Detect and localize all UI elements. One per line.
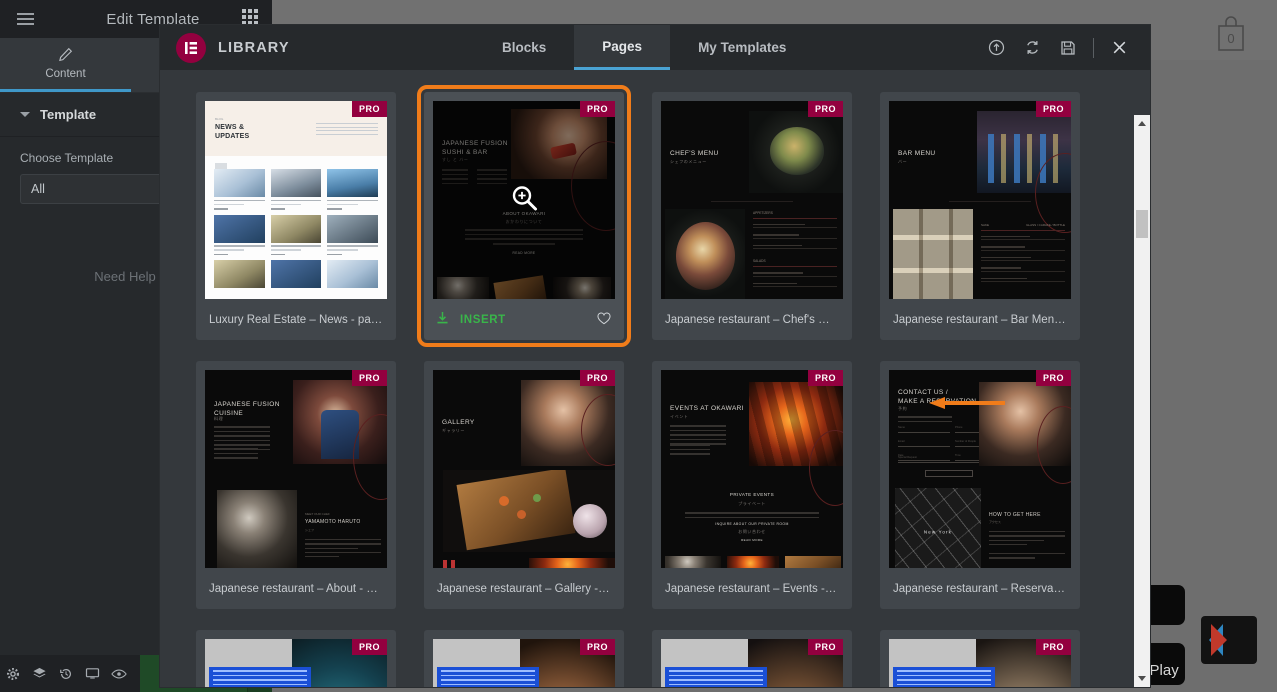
pro-badge: PRO (351, 639, 387, 655)
template-thumbnail[interactable]: BLOG NEWS & UPDATES PRO (205, 101, 387, 299)
template-title: Japanese restaurant – Reservatio… (893, 582, 1067, 595)
template-card[interactable]: PRO (196, 630, 396, 687)
responsive-icon[interactable] (79, 655, 105, 692)
pro-badge: PRO (807, 101, 843, 117)
template-card-footer: Japanese restaurant – About - page (205, 568, 387, 609)
need-help-label: Need Help (94, 268, 156, 284)
scrollbar-thumb[interactable] (1136, 210, 1148, 238)
cart-icon[interactable]: 0 (1213, 14, 1249, 54)
tab-content-label: Content (45, 68, 86, 80)
pro-badge: PRO (351, 370, 387, 386)
template-card-selected[interactable]: JAPANESE FUSION SUSHI & BAR すし と バー ABOUT… (417, 85, 1005, 409)
template-thumbnail[interactable]: JAPANESE FUSION CUISINE 料理 MEET OUR CHEF … (205, 370, 387, 568)
template-title: Japanese restaurant – Bar Menu - … (893, 313, 1067, 326)
template-card[interactable]: PRO (652, 630, 852, 687)
template-thumbnail[interactable]: PRO (205, 639, 387, 687)
library-brand-label: LIBRARY (218, 39, 290, 56)
scroll-up-arrow-icon[interactable] (1134, 115, 1150, 132)
template-thumbnail[interactable]: CHEF'S MENU シェフのメニュー APPETIZERS SALADS P… (661, 101, 843, 299)
library-modal-header: LIBRARY Blocks Pages My Templates (160, 25, 1150, 70)
pro-badge: PRO (1035, 370, 1071, 386)
template-card[interactable]: BAR MENU バー SAKEGLASS / CARAFE / BOTTLE (880, 92, 1080, 340)
pro-badge: PRO (807, 370, 843, 386)
apps-grid-icon[interactable] (242, 9, 258, 25)
preview-eye-icon[interactable] (106, 655, 132, 692)
template-title: Japanese restaurant – Events - pa… (665, 582, 839, 595)
template-card[interactable]: GALLERY ギャラリー PRO Japanese restaurant – … (424, 361, 624, 609)
template-card[interactable]: JAPANESE FUSION CUISINE 料理 MEET OUR CHEF … (196, 361, 396, 609)
sync-upload-icon[interactable] (979, 25, 1013, 70)
template-card-footer: INSERT (433, 299, 615, 340)
template-thumbnail[interactable]: PRO (661, 639, 843, 687)
heart-icon[interactable] (597, 312, 611, 328)
tab-pages[interactable]: Pages (574, 25, 671, 70)
library-brand: LIBRARY (160, 32, 474, 63)
zoom-in-icon[interactable] (510, 184, 538, 217)
template-title: Japanese restaurant – About - page (209, 582, 383, 595)
template-thumbnail[interactable]: PRO (433, 639, 615, 687)
chevron-down-icon (20, 112, 30, 117)
library-scrollbar[interactable] (1134, 115, 1150, 687)
pencil-icon (58, 47, 73, 64)
template-thumbnail[interactable]: JAPANESE FUSION SUSHI & BAR すし と バー ABOUT… (433, 101, 615, 299)
pro-badge: PRO (1035, 639, 1071, 655)
pro-badge: PRO (579, 370, 615, 386)
close-icon[interactable] (1102, 25, 1136, 70)
library-modal: LIBRARY Blocks Pages My Templates BLOG N… (160, 25, 1150, 687)
elementor-logo-icon (176, 32, 206, 63)
template-card[interactable]: PRO (880, 630, 1080, 687)
insert-row: INSERT (437, 299, 611, 340)
template-thumbnail[interactable]: BAR MENU バー SAKEGLASS / CARAFE / BOTTLE (889, 101, 1071, 299)
save-icon[interactable] (1051, 25, 1085, 70)
pro-badge: PRO (807, 639, 843, 655)
pro-badge: PRO (579, 639, 615, 655)
cart-count: 0 (1227, 31, 1235, 46)
template-card-footer: Japanese restaurant – Events - pa… (661, 568, 843, 609)
refresh-icon[interactable] (1015, 25, 1049, 70)
template-card[interactable]: PRO (424, 630, 624, 687)
template-thumbnail[interactable]: EVENTS AT OKAWARI イベント PRIVATE EVENTS プラ… (661, 370, 843, 568)
pro-badge: PRO (579, 101, 615, 117)
actions-divider (1093, 37, 1094, 58)
layers-icon[interactable] (26, 655, 52, 692)
pro-badge: PRO (351, 101, 387, 117)
template-card[interactable]: CHEF'S MENU シェフのメニュー APPETIZERS SALADS P… (652, 92, 852, 340)
download-icon[interactable] (437, 312, 448, 327)
template-title: Japanese restaurant – Chef's Men… (665, 313, 839, 326)
template-title: Luxury Real Estate – News - page (209, 313, 383, 326)
history-icon[interactable] (53, 655, 79, 692)
template-card[interactable]: BLOG NEWS & UPDATES PRO Luxury Real Esta… (196, 92, 396, 340)
template-thumbnail[interactable]: PRO (889, 639, 1071, 687)
annotation-arrow (929, 397, 1005, 409)
library-modal-actions (979, 25, 1136, 70)
template-thumbnail[interactable]: GALLERY ギャラリー PRO (433, 370, 615, 568)
template-card-footer: Japanese restaurant – Chef's Men… (661, 299, 843, 340)
template-card[interactable]: EVENTS AT OKAWARI イベント PRIVATE EVENTS プラ… (652, 361, 852, 609)
template-card-footer: Japanese restaurant – Reservatio… (889, 568, 1071, 609)
template-card-footer: Japanese restaurant – Gallery - pa… (433, 568, 615, 609)
tab-blocks[interactable]: Blocks (474, 25, 574, 70)
pro-badge: PRO (1035, 101, 1071, 117)
brand-logo-tile (1201, 616, 1257, 664)
template-title: Japanese restaurant – Gallery - pa… (437, 582, 611, 595)
template-card-footer: Luxury Real Estate – News - page (205, 299, 387, 340)
gear-icon[interactable] (0, 655, 26, 692)
template-card-footer: Japanese restaurant – Bar Menu - … (889, 299, 1071, 340)
tab-my-templates[interactable]: My Templates (670, 25, 814, 70)
tab-content[interactable]: Content (0, 38, 131, 92)
insert-button[interactable]: INSERT (460, 314, 506, 326)
section-template-label: Template (40, 107, 97, 122)
template-grid: BLOG NEWS & UPDATES PRO Luxury Real Esta… (160, 70, 1130, 687)
library-modal-body: BLOG NEWS & UPDATES PRO Luxury Real Esta… (160, 70, 1150, 687)
library-tabs: Blocks Pages My Templates (474, 25, 814, 70)
scroll-down-arrow-icon[interactable] (1134, 670, 1150, 687)
